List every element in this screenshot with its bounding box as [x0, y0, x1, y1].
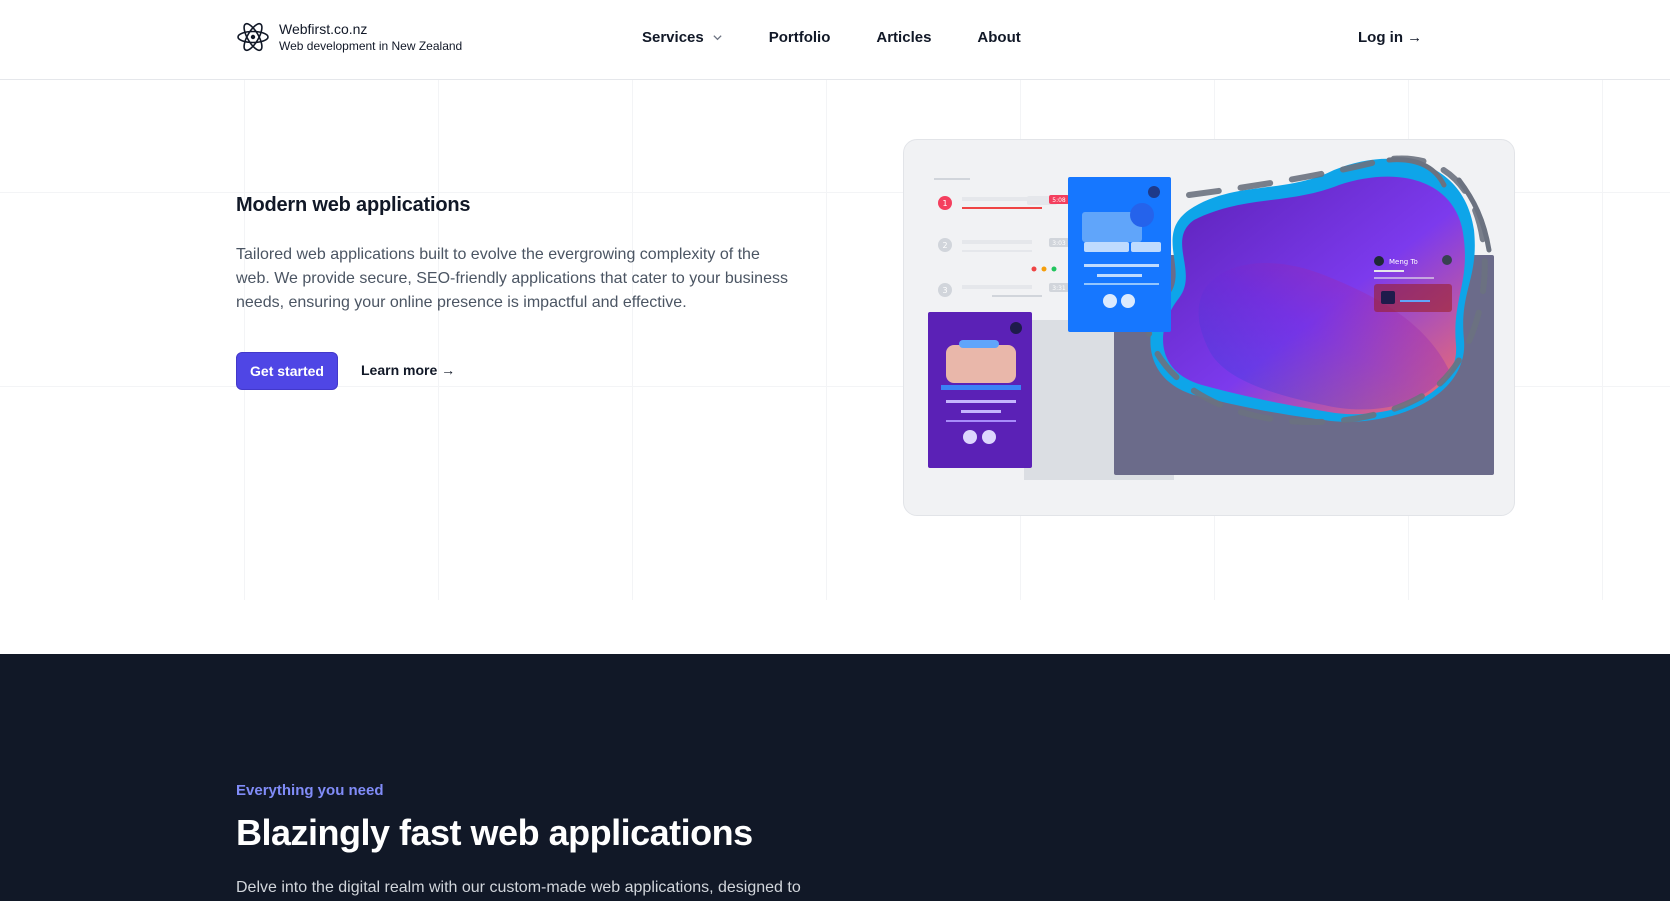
- hero-illustration: 1 5:08 2 3:03 3 3:31 Meng To: [903, 139, 1515, 516]
- login-link[interactable]: Log in →: [1358, 29, 1422, 46]
- features-section: Everything you need Blazingly fast web a…: [0, 654, 1670, 901]
- blue-app-card: [1068, 177, 1171, 332]
- list-time-1: 5:08: [1052, 197, 1066, 204]
- hero-description: Tailored web applications built to evolv…: [236, 246, 788, 311]
- brand-tagline: Web development in New Zealand: [279, 39, 463, 53]
- list-number-2: 2: [942, 241, 947, 250]
- grid-line: [826, 80, 827, 600]
- grid-line: [438, 80, 439, 600]
- chevron-down-icon: [713, 35, 722, 41]
- features-eyebrow: Everything you need: [236, 782, 384, 799]
- grid-line: [244, 80, 245, 600]
- list-time-3: 3:31: [1052, 285, 1066, 292]
- features-description: Delve into the digital realm with our cu…: [236, 879, 801, 896]
- playlist-panel: 1 5:08 2 3:03 3 3:31: [934, 178, 1069, 297]
- grid-line: [632, 80, 633, 600]
- list-time-2: 3:03: [1052, 240, 1066, 247]
- profile-name: Meng To: [1389, 258, 1418, 266]
- atom-logo-icon: [237, 22, 269, 52]
- brand-text: Webfirst.co.nz Web development in New Ze…: [279, 20, 462, 54]
- app-collage-graphic: 1 5:08 2 3:03 3 3:31 Meng To: [928, 155, 1494, 480]
- brand[interactable]: Webfirst.co.nz Web development in New Ze…: [236, 20, 462, 54]
- nav-portfolio[interactable]: Portfolio: [769, 29, 831, 46]
- nav-services-label: Services: [642, 29, 704, 46]
- nav-services[interactable]: Services: [642, 29, 723, 46]
- learn-more-link[interactable]: Learn more →: [361, 362, 455, 378]
- hero-section: Modern web applications Tailored web app…: [0, 80, 1670, 654]
- get-started-button[interactable]: Get started: [236, 352, 338, 390]
- nav-articles[interactable]: Articles: [876, 29, 931, 46]
- list-number-1: 1: [942, 199, 947, 208]
- brand-name: Webfirst.co.nz: [279, 21, 368, 37]
- purple-app-card: [928, 312, 1032, 468]
- features-title: Blazingly fast web applications: [236, 812, 753, 853]
- hero-title: Modern web applications: [236, 194, 471, 216]
- main-nav: Services Portfolio Articles About: [642, 29, 1067, 46]
- list-number-3: 3: [942, 286, 947, 295]
- site-header: Webfirst.co.nz Web development in New Ze…: [0, 0, 1670, 80]
- nav-about[interactable]: About: [977, 29, 1020, 46]
- grid-line: [1602, 80, 1603, 600]
